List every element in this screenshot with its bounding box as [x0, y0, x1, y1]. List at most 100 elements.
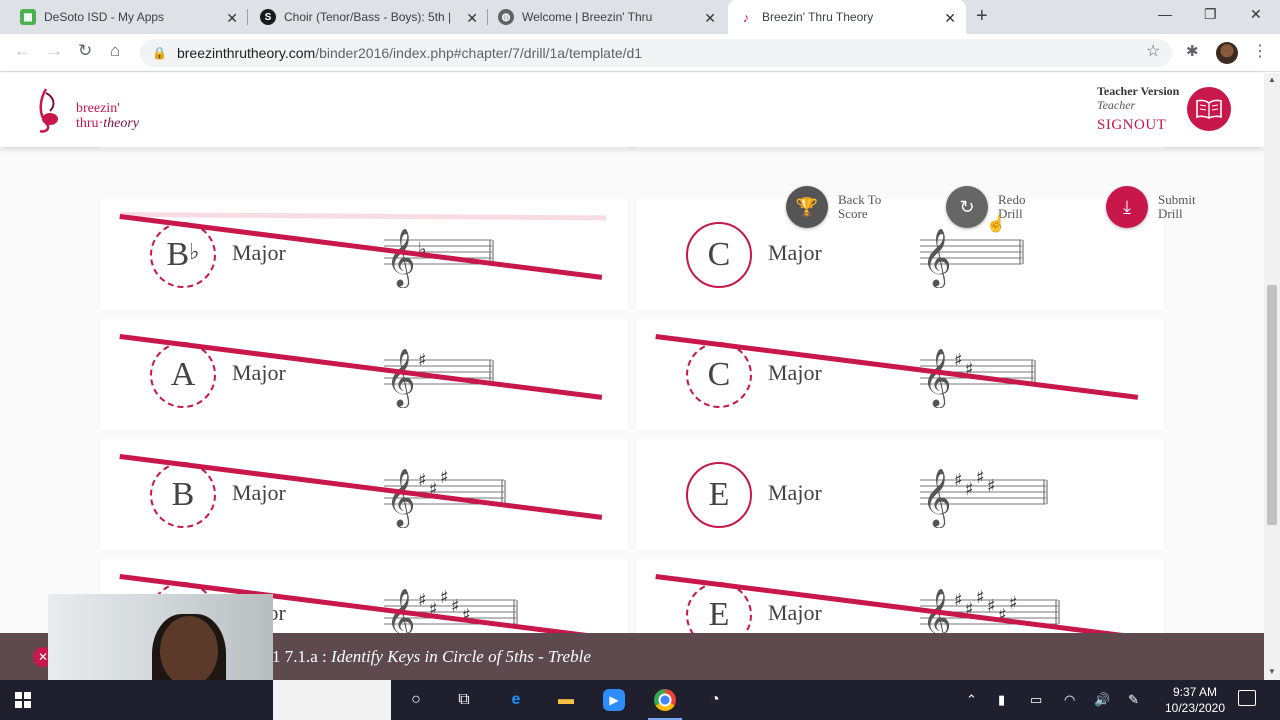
key-quality: Major — [768, 360, 822, 385]
key-card[interactable]: A Major 𝄞 ♯ — [100, 318, 628, 430]
key-note: B — [171, 476, 195, 513]
signout-link[interactable]: SIGNOUT — [1097, 117, 1166, 134]
extensions-icon[interactable]: ✱ — [1186, 42, 1199, 60]
task-view-icon[interactable]: ⧉ — [453, 689, 475, 711]
close-tab-icon[interactable]: ✕ — [704, 10, 716, 27]
wifi-icon[interactable]: ◠ — [1064, 692, 1075, 708]
trophy-icon: 🏆 — [786, 186, 828, 228]
page-scrollbar[interactable]: ▲ ▼ — [1264, 73, 1280, 680]
key-answer-circle[interactable]: B ♭ — [150, 222, 216, 288]
forward-icon[interactable]: → — [46, 41, 63, 61]
home-icon[interactable]: ⌂ — [110, 41, 120, 61]
app-icon[interactable]: ◔ — [704, 689, 726, 711]
profile-avatar[interactable] — [1216, 42, 1238, 64]
key-note: A — [170, 356, 196, 393]
chrome-icon[interactable] — [654, 689, 676, 711]
binder-book-button[interactable] — [1187, 87, 1231, 131]
mouse-cursor-icon: ☝ — [986, 216, 1006, 233]
treble-clef-icon: 𝄞 — [922, 468, 952, 528]
close-tab-icon[interactable]: ✕ — [466, 10, 478, 27]
key-note: B — [166, 236, 190, 273]
key-quality: Major — [768, 240, 822, 265]
cortana-icon[interactable]: ○ — [405, 689, 427, 711]
role-label: Teacher — [1097, 98, 1136, 112]
show-hidden-icons[interactable]: ⌃ — [966, 692, 977, 708]
close-tab-icon[interactable]: ✕ — [226, 10, 238, 27]
reload-icon[interactable]: ↻ — [78, 41, 92, 61]
file-explorer-icon[interactable]: ▬ — [555, 689, 577, 711]
key-quality: Major — [768, 600, 822, 625]
key-answer-circle[interactable]: E — [686, 462, 752, 528]
key-quality: Major — [232, 480, 286, 505]
close-window-icon[interactable]: ✕ — [1250, 6, 1262, 23]
sharp-icon: ♯ — [418, 350, 427, 371]
tab-desoto-apps[interactable]: ▦ DeSoto ISD - My Apps ✕ — [10, 0, 248, 34]
sharp-icon: ♯ — [1009, 593, 1018, 614]
sharp-icon: ♯ — [954, 350, 963, 371]
menu-kebab-icon[interactable]: ⋮ — [1252, 41, 1268, 61]
key-answer-circle[interactable]: C — [686, 342, 752, 408]
scroll-up-icon[interactable]: ▲ — [1268, 75, 1276, 84]
key-card[interactable]: C Major 𝄞 — [636, 198, 1164, 310]
taskbar-clock[interactable]: 9:37 AM 10/23/2020 — [1150, 684, 1240, 716]
sharp-icon: ♯ — [418, 470, 427, 491]
key-answer-circle[interactable]: B — [150, 462, 216, 528]
logo-text[interactable]: breezin' thru·theory — [76, 101, 139, 131]
back-icon[interactable]: ← — [14, 41, 31, 61]
schoology-icon: S — [260, 9, 276, 25]
key-signature-staff: 𝄞 — [920, 228, 1024, 288]
submit-drill-button[interactable]: ⤓ Submit Drill — [1106, 186, 1218, 228]
key-card[interactable]: B ♭ Major 𝄞 ♭ — [100, 198, 628, 310]
browser-toolbar: ← → ↻ ⌂ 🔒 breezinthrutheory.com/binder20… — [0, 34, 1280, 72]
battery-icon[interactable]: ▭ — [1030, 692, 1042, 708]
redo-icon: ↻ — [946, 186, 988, 228]
windows-start-icon[interactable] — [12, 689, 34, 711]
restore-icon[interactable]: ❐ — [1204, 6, 1217, 23]
taskbar-search-box[interactable] — [273, 680, 391, 720]
pen-icon[interactable]: ✎ — [1128, 692, 1139, 708]
key-card[interactable]: E Major 𝄞 ♯ ♯ ♯ ♯ ♯ ♯ — [636, 558, 1164, 633]
key-note: E — [708, 476, 730, 513]
address-bar[interactable]: 🔒 breezinthrutheory.com/binder2016/index… — [140, 39, 1172, 67]
breezin-logo-icon[interactable] — [36, 85, 72, 135]
key-quality: Major — [232, 240, 286, 265]
breezin-icon: ♪ — [738, 9, 754, 25]
key-card[interactable]: B Major 𝄞 ♯ ♯ ♯ — [100, 438, 628, 550]
sharp-icon: ♯ — [418, 590, 427, 611]
key-note: C — [707, 236, 731, 273]
key-card[interactable]: E Major 𝄞 ♯ ♯ ♯ ♯ — [636, 438, 1164, 550]
sharp-icon: ♯ — [987, 596, 996, 617]
drill-page: A♭Major𝄞♭♭♭♭A♭Major𝄞♭♭♭♭B♭Major𝄞♭CMajor𝄞… — [0, 73, 1264, 633]
notifications-icon[interactable] — [1238, 690, 1256, 706]
zoom-icon[interactable]: ▶ — [603, 689, 625, 711]
sharp-icon: ♯ — [987, 476, 996, 497]
scroll-thumb[interactable] — [1267, 285, 1277, 525]
faded-strike — [119, 212, 606, 221]
scroll-down-icon[interactable]: ▼ — [1268, 667, 1276, 676]
bookmark-star-icon[interactable]: ☆ — [1146, 41, 1160, 61]
back-to-score-button[interactable]: 🏆 Back To Score — [786, 186, 898, 228]
apps-icon: ▦ — [20, 9, 36, 25]
sharp-icon: ♯ — [954, 590, 963, 611]
tab-breezin-theory[interactable]: ♪ Breezin' Thru Theory ✕ — [728, 0, 966, 34]
download-icon: ⤓ — [1106, 186, 1148, 228]
windows-taskbar: ○ ⧉ e ▬ ▶ ◔ ⌃ ▮ ▭ ◠ 🔊 ✎ 9:37 AM 10/23/20… — [0, 680, 1280, 720]
tab-choir[interactable]: S Choir (Tenor/Bass - Boys): 5th | Sc ✕ — [250, 0, 488, 34]
treble-clef-icon: 𝄞 — [922, 228, 952, 288]
tab-welcome-breezin[interactable]: ◍ Welcome | Breezin' Thru ✕ — [488, 0, 726, 34]
minimize-icon[interactable]: — — [1158, 6, 1172, 22]
drill-title: 1 7.1.a : Identify Keys in Circle of 5th… — [272, 647, 591, 666]
key-answer-circle[interactable]: A — [150, 342, 216, 408]
key-card[interactable]: C Major 𝄞 ♯ ♯ — [636, 318, 1164, 430]
volume-icon[interactable]: 🔊 — [1094, 692, 1110, 708]
treble-clef-icon: 𝄞 — [386, 468, 416, 528]
globe-icon: ◍ — [498, 9, 514, 25]
open-book-icon — [1196, 99, 1222, 119]
key-answer-circle[interactable]: C — [686, 222, 752, 288]
lock-icon: 🔒 — [152, 46, 167, 60]
site-header: breezin' thru·theory Teacher Version Tea… — [0, 73, 1264, 147]
usb-icon[interactable]: ▮ — [998, 692, 1005, 708]
edge-icon[interactable]: e — [505, 689, 527, 711]
close-tab-icon[interactable]: ✕ — [944, 10, 956, 27]
new-tab-button[interactable]: + — [976, 5, 988, 28]
